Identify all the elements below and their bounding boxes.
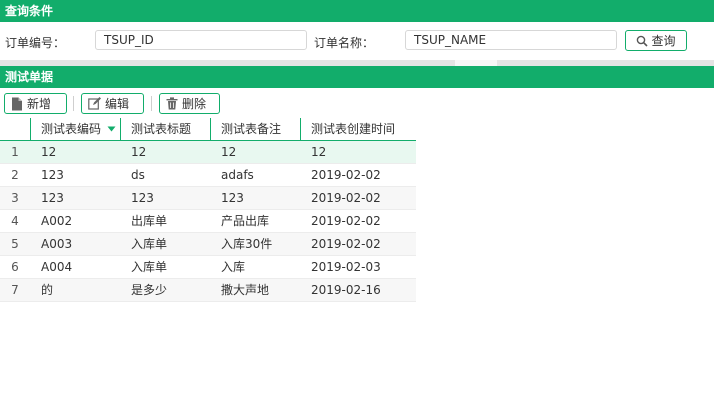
row-number: 4	[11, 214, 19, 228]
order-name-input[interactable]: TSUP_NAME	[405, 30, 617, 50]
sort-down-icon[interactable]	[107, 118, 116, 140]
cell-created[interactable]: 12	[311, 141, 416, 163]
cell-created[interactable]: 2019-02-02	[311, 164, 416, 186]
data-grid: 测试表编码 测试表标题 测试表备注 测试表创建时间 1 12 12 12 12 …	[0, 118, 416, 302]
search-button[interactable]: 查询	[625, 30, 687, 51]
table-row[interactable]: 3 123 123 123 2019-02-02	[0, 187, 416, 210]
trash-icon	[166, 97, 178, 110]
cell-created[interactable]: 2019-02-16	[311, 279, 416, 301]
grid-toolbar: 新增 编辑 删除	[0, 93, 714, 115]
cell-remark[interactable]: 入库	[221, 256, 303, 278]
cell-created[interactable]: 2019-02-02	[311, 210, 416, 232]
edit-button-label: 编辑	[105, 97, 130, 111]
file-icon	[11, 97, 23, 111]
cell-title[interactable]: 出库单	[131, 210, 213, 232]
search-button-label: 查询	[651, 34, 676, 48]
search-icon	[636, 35, 649, 47]
cell-title[interactable]: 12	[131, 141, 213, 163]
table-row[interactable]: 1 12 12 12 12	[0, 141, 416, 164]
edit-icon	[88, 97, 101, 110]
cell-code[interactable]: 123	[41, 164, 123, 186]
row-number: 3	[11, 191, 19, 205]
list-panel-title: 测试单据	[5, 70, 54, 84]
column-header-title[interactable]: 测试表标题	[121, 118, 211, 140]
cell-remark[interactable]: 12	[221, 141, 303, 163]
cell-code[interactable]: A002	[41, 210, 123, 232]
cell-remark[interactable]: 123	[221, 187, 303, 209]
table-row[interactable]: 4 A002 出库单 产品出库 2019-02-02	[0, 210, 416, 233]
cell-remark[interactable]: 入库30件	[221, 233, 303, 255]
cell-code[interactable]: 123	[41, 187, 123, 209]
column-header-title-label: 测试表标题	[131, 122, 192, 136]
table-row[interactable]: 7 的 是多少 撒大声地 2019-02-16	[0, 279, 416, 302]
delete-button[interactable]: 删除	[159, 93, 220, 114]
order-id-input[interactable]: TSUP_ID	[95, 30, 307, 50]
edit-button[interactable]: 编辑	[81, 93, 144, 114]
table-row[interactable]: 5 A003 入库单 入库30件 2019-02-02	[0, 233, 416, 256]
row-number: 2	[11, 168, 19, 182]
column-header-created[interactable]: 测试表创建时间	[301, 118, 416, 140]
cell-title[interactable]: 入库单	[131, 233, 213, 255]
cell-title[interactable]: 入库单	[131, 256, 213, 278]
column-header-code[interactable]: 测试表编码	[31, 118, 121, 140]
row-number: 5	[11, 237, 19, 251]
cell-remark[interactable]: 产品出库	[221, 210, 303, 232]
cell-title[interactable]: 是多少	[131, 279, 213, 301]
add-button-label: 新增	[27, 97, 52, 111]
column-header-created-label: 测试表创建时间	[311, 122, 396, 136]
cell-created[interactable]: 2019-02-02	[311, 187, 416, 209]
row-number: 1	[11, 145, 19, 159]
column-header-remark-label: 测试表备注	[221, 122, 282, 136]
grid-header: 测试表编码 测试表标题 测试表备注 测试表创建时间	[0, 118, 416, 141]
add-button[interactable]: 新增	[4, 93, 67, 114]
toolbar-divider	[73, 96, 74, 111]
cell-remark[interactable]: adafs	[221, 164, 303, 186]
cell-code[interactable]: 的	[41, 279, 123, 301]
list-panel-header: 测试单据	[0, 66, 714, 88]
cell-code[interactable]: A003	[41, 233, 123, 255]
row-number: 7	[11, 283, 19, 297]
toolbar-divider	[151, 96, 152, 111]
cell-created[interactable]: 2019-02-02	[311, 233, 416, 255]
table-row[interactable]: 2 123 ds adafs 2019-02-02	[0, 164, 416, 187]
column-header-code-label: 测试表编码	[41, 122, 102, 136]
column-header-remark[interactable]: 测试表备注	[211, 118, 301, 140]
query-panel-title: 查询条件	[5, 4, 54, 18]
table-row[interactable]: 6 A004 入库单 入库 2019-02-03	[0, 256, 416, 279]
cell-code[interactable]: A004	[41, 256, 123, 278]
query-panel-header: 查询条件	[0, 0, 714, 22]
cell-remark[interactable]: 撒大声地	[221, 279, 303, 301]
cell-title[interactable]: ds	[131, 164, 213, 186]
order-name-label: 订单名称：	[314, 36, 375, 50]
cell-title[interactable]: 123	[131, 187, 213, 209]
order-name-value: TSUP_NAME	[414, 33, 487, 47]
delete-button-label: 删除	[182, 97, 207, 111]
cell-created[interactable]: 2019-02-03	[311, 256, 416, 278]
cell-code[interactable]: 12	[41, 141, 123, 163]
order-id-label: 订单编号：	[5, 36, 66, 50]
order-id-value: TSUP_ID	[104, 33, 154, 47]
row-number: 6	[11, 260, 19, 274]
query-form: 订单编号： TSUP_ID 订单名称： TSUP_NAME 查询	[0, 22, 714, 60]
row-number-header	[0, 118, 31, 140]
